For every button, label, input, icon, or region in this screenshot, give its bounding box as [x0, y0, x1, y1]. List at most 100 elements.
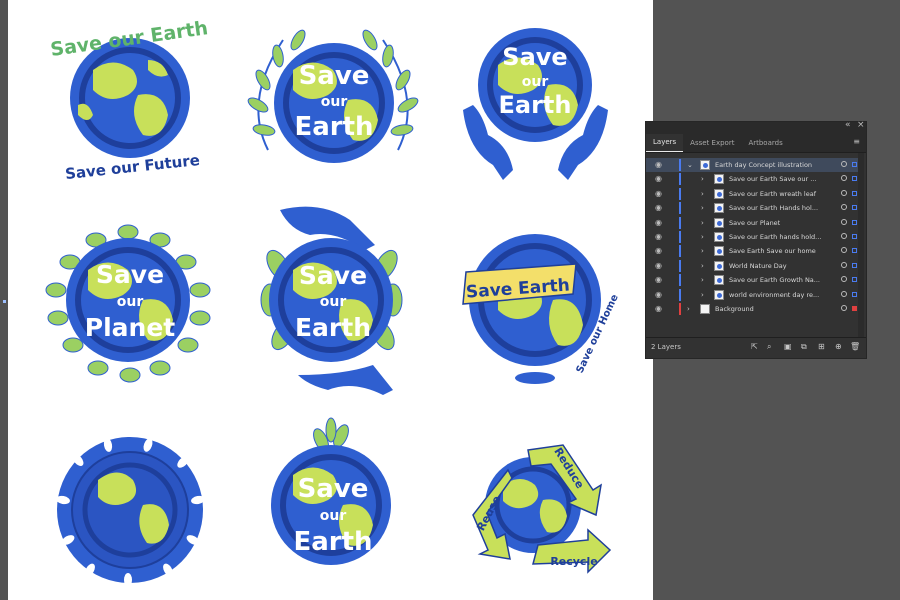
expand-arrow-icon[interactable]: › — [687, 302, 690, 316]
tab-asset-export[interactable]: Asset Export — [683, 135, 741, 152]
badge-earth-hands-leaves[interactable]: Save our Earth — [260, 206, 403, 395]
target-icon[interactable] — [841, 247, 847, 254]
expand-arrow-icon[interactable]: › — [701, 244, 704, 258]
badge-save-our-planet[interactable]: Save our Planet — [45, 224, 211, 383]
target-icon[interactable] — [841, 305, 847, 311]
layer-name[interactable]: Save our Earth hands hold... — [729, 230, 837, 244]
layer-row[interactable]: ◉ › Save our Earth Hands hol... — [646, 201, 858, 215]
visibility-eye-icon[interactable]: ◉ — [655, 158, 662, 172]
target-icon[interactable] — [841, 204, 847, 211]
layer-row[interactable]: ◉ › Save our Planet — [646, 216, 858, 230]
expand-arrow-icon[interactable]: › — [701, 172, 704, 186]
collapse-icon[interactable]: « — [845, 120, 851, 130]
layer-name[interactable]: Save our Earth Hands hol... — [729, 201, 837, 215]
badge-save-our-earth-future[interactable]: Save our Earth Save our Future — [49, 17, 209, 183]
layer-color-stripe — [679, 231, 681, 243]
selection-indicator[interactable] — [852, 248, 857, 254]
badge-earth-hands[interactable]: Save our Earth — [463, 28, 608, 180]
layer-name[interactable]: world environment day re... — [729, 288, 837, 302]
target-icon[interactable] — [841, 175, 847, 182]
layer-row[interactable]: ◉ › Save our Earth Save our ... — [646, 172, 858, 186]
badge-recycle[interactable]: Reduce Reuse Recycle — [472, 444, 612, 574]
clipping-mask-icon[interactable]: ⧉ — [801, 342, 807, 352]
target-icon[interactable] — [841, 233, 847, 239]
selection-indicator[interactable] — [852, 306, 857, 311]
bottom-hand-icon — [298, 365, 393, 395]
layer-row[interactable]: ◉ › Save our Earth Growth Na... — [646, 273, 858, 287]
badge-earth-growth[interactable]: Save our Earth — [271, 417, 391, 565]
visibility-eye-icon[interactable]: ◉ — [655, 288, 662, 302]
expand-arrow-icon[interactable]: › — [701, 201, 704, 215]
visibility-eye-icon[interactable]: ◉ — [655, 273, 662, 287]
expand-arrow-icon[interactable]: › — [701, 230, 704, 244]
visibility-eye-icon[interactable]: ◉ — [655, 201, 662, 215]
visibility-eye-icon[interactable]: ◉ — [655, 216, 662, 230]
panel-footer: 2 Layers ⇱ ⌕ ▣ ⧉ ⊞ ⊕ 🗑 — [646, 337, 866, 358]
selection-indicator[interactable] — [852, 262, 857, 268]
globe — [70, 38, 190, 158]
artboard[interactable]: Save our Earth Save our Future Save our … — [8, 0, 653, 600]
target-icon[interactable] — [841, 218, 847, 225]
close-icon[interactable]: × — [857, 120, 865, 130]
layer-name[interactable]: Save our Earth Save our ... — [729, 172, 837, 186]
tab-artboards[interactable]: Artboards — [741, 135, 789, 152]
selection-indicator[interactable] — [852, 219, 857, 225]
expand-arrow-icon[interactable]: ⌄ — [687, 158, 693, 172]
expand-arrow-icon[interactable]: › — [701, 288, 704, 302]
layer-name[interactable]: Save Earth Save our home — [729, 244, 837, 258]
layer-row[interactable]: ◉ › world environment day re... — [646, 288, 858, 302]
layer-name[interactable]: Save our Earth wreath leaf — [729, 187, 837, 201]
target-icon[interactable] — [841, 290, 847, 297]
visibility-eye-icon[interactable]: ◉ — [655, 230, 662, 244]
layer-row[interactable]: ◉ › World Nature Day — [646, 259, 858, 273]
target-icon[interactable] — [841, 276, 847, 283]
badge-line-2: our — [522, 74, 549, 90]
badge-world-nature-day[interactable] — [55, 437, 205, 587]
new-layer-icon[interactable]: ⊕ — [835, 342, 842, 351]
layer-thumbnail — [714, 275, 724, 286]
target-icon[interactable] — [841, 189, 847, 196]
tab-layers[interactable]: Layers — [646, 134, 684, 152]
target-icon[interactable] — [841, 161, 847, 167]
layer-row[interactable]: ◉ › Save our Earth wreath leaf — [646, 187, 858, 201]
layer-name[interactable]: Save our Earth Growth Na... — [729, 273, 837, 287]
layer-name[interactable]: Earth day Concept illustration — [715, 158, 837, 172]
new-sublayer-icon[interactable]: ⊞ — [818, 342, 825, 351]
visibility-eye-icon[interactable]: ◉ — [655, 172, 662, 186]
badge-line-1: Save — [502, 43, 567, 71]
selection-indicator[interactable] — [852, 162, 857, 167]
visibility-eye-icon[interactable]: ◉ — [655, 302, 662, 316]
delete-layer-icon[interactable]: 🗑 — [850, 342, 860, 351]
selection-indicator[interactable] — [852, 176, 857, 182]
visibility-eye-icon[interactable]: ◉ — [655, 259, 662, 273]
export-icon[interactable]: ⇱ — [751, 342, 758, 351]
collect-export-icon[interactable]: ▣ — [784, 342, 792, 351]
visibility-eye-icon[interactable]: ◉ — [655, 244, 662, 258]
selection-indicator[interactable] — [852, 291, 857, 297]
badge-save-earth-home[interactable]: Save Earth Save our Home — [462, 234, 621, 384]
badge-earth-wreath[interactable]: Save our Earth — [246, 28, 420, 163]
expand-arrow-icon[interactable]: › — [701, 187, 704, 201]
panel-title-bar[interactable]: « × — [646, 120, 866, 133]
layer-row[interactable]: ◉ › Background — [646, 302, 858, 316]
selection-indicator[interactable] — [852, 190, 857, 196]
expand-arrow-icon[interactable]: › — [701, 259, 704, 273]
search-icon[interactable]: ⌕ — [767, 342, 771, 352]
layer-row[interactable]: ◉ › Save Earth Save our home — [646, 244, 858, 258]
layer-row[interactable]: ◉ ⌄ Earth day Concept illustration — [646, 158, 858, 172]
layer-name[interactable]: World Nature Day — [729, 259, 837, 273]
layer-count: 2 Layers — [651, 343, 681, 351]
selection-indicator[interactable] — [852, 277, 857, 283]
panel-menu-icon[interactable]: ≡ — [853, 137, 860, 146]
layer-name[interactable]: Background — [715, 302, 837, 316]
layer-color-stripe — [679, 245, 681, 258]
selection-indicator[interactable] — [852, 234, 857, 239]
target-icon[interactable] — [841, 261, 847, 268]
expand-arrow-icon[interactable]: › — [701, 216, 704, 230]
layer-row[interactable]: ◉ › Save our Earth hands hold... — [646, 230, 858, 244]
selection-indicator[interactable] — [852, 205, 857, 211]
expand-arrow-icon[interactable]: › — [701, 273, 704, 287]
layers-scrollbar[interactable] — [858, 153, 864, 338]
visibility-eye-icon[interactable]: ◉ — [655, 187, 662, 201]
layer-name[interactable]: Save our Planet — [729, 216, 837, 230]
